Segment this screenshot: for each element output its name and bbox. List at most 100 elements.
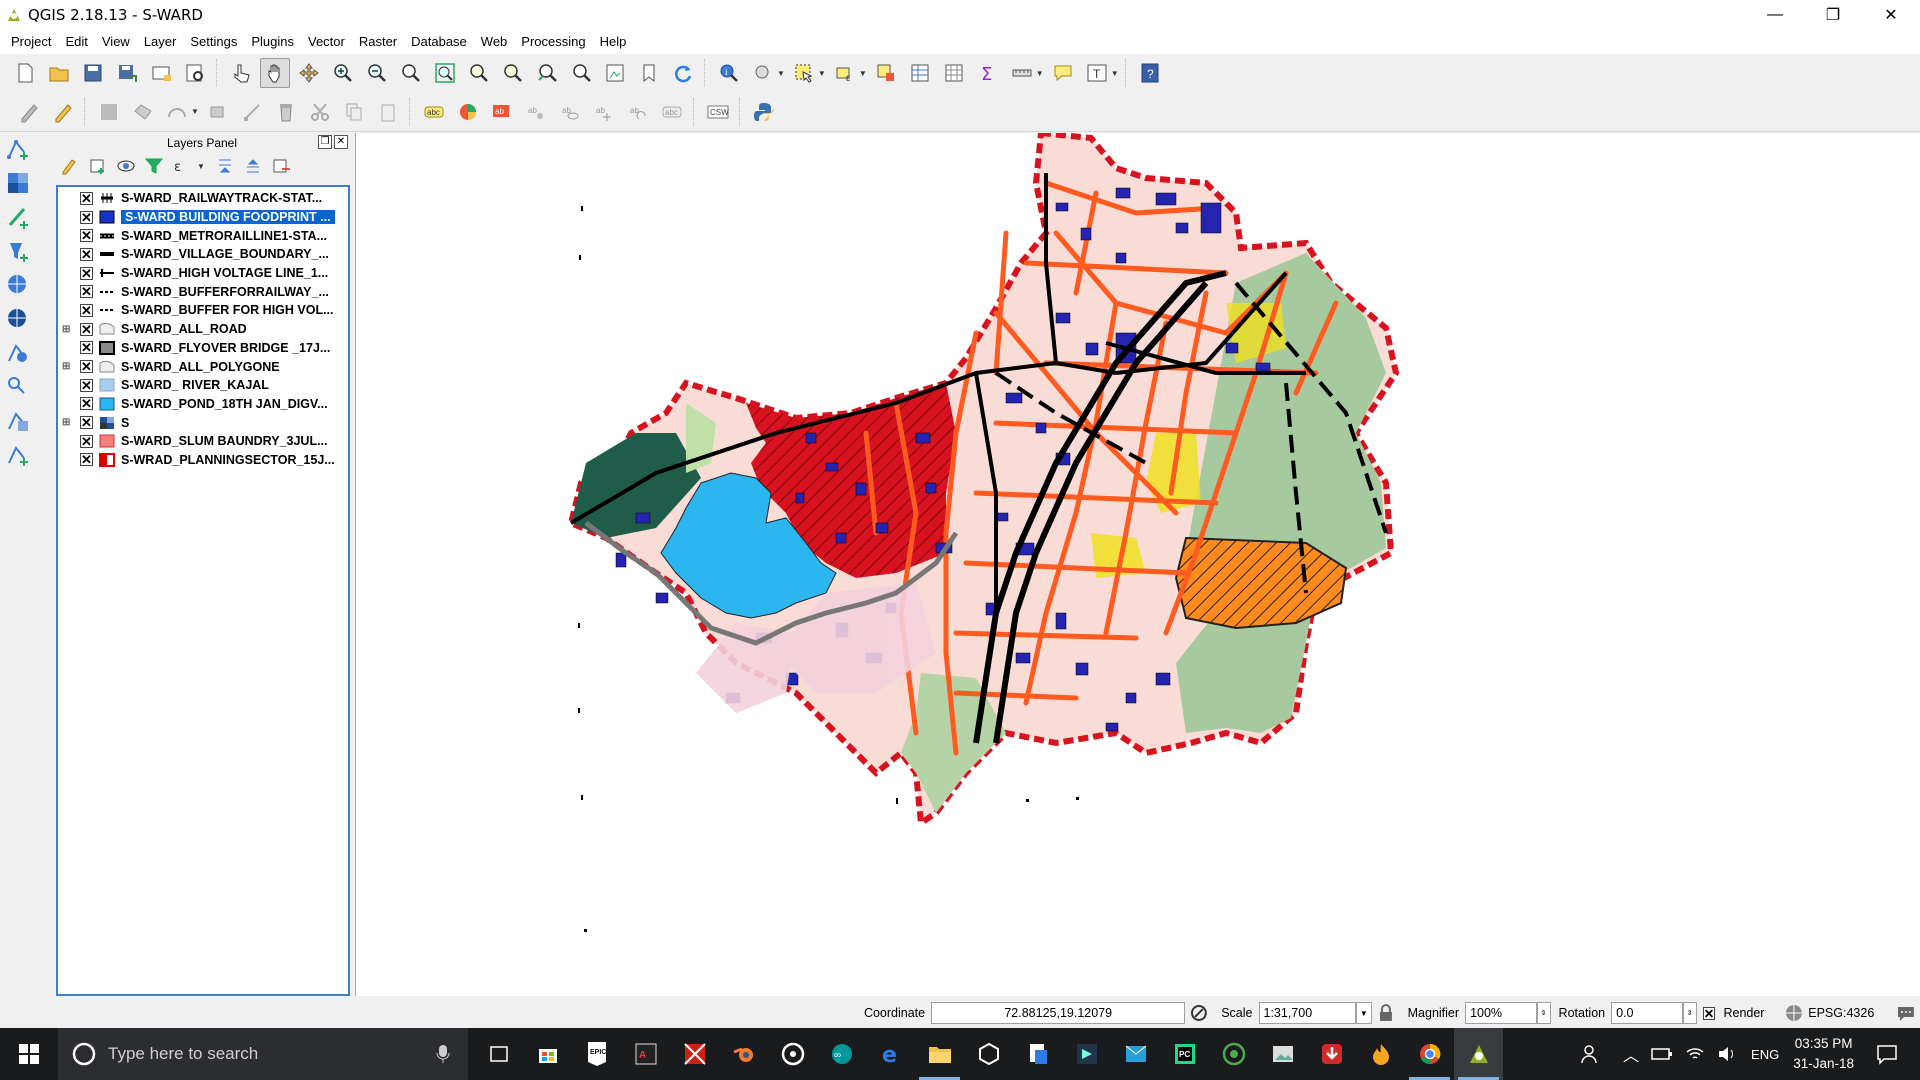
- layer-visibility-checkbox[interactable]: ✕: [80, 397, 93, 411]
- new-map-view-icon[interactable]: [600, 58, 630, 88]
- magnifier-stepper[interactable]: ⇕: [1536, 1002, 1551, 1024]
- menu-view[interactable]: View: [95, 30, 137, 54]
- pycharm-icon[interactable]: PC: [1160, 1028, 1209, 1080]
- collapse-all-icon[interactable]: [243, 156, 263, 176]
- media-player-icon[interactable]: [768, 1028, 817, 1080]
- add-wcs-layer-icon[interactable]: [0, 302, 40, 336]
- add-vector-layer-icon[interactable]: [0, 132, 40, 166]
- statistical-summary-icon[interactable]: Σ: [973, 58, 1003, 88]
- add-group-icon[interactable]: [88, 156, 108, 176]
- zoom-layer-icon[interactable]: [498, 58, 528, 88]
- pin-labels-icon[interactable]: ab: [521, 97, 551, 127]
- epic-games-icon[interactable]: EPIC: [572, 1028, 621, 1080]
- menu-plugins[interactable]: Plugins: [244, 30, 301, 54]
- add-virtual-layer-2-icon[interactable]: [0, 404, 40, 438]
- current-edits-icon[interactable]: [14, 97, 44, 127]
- layer-row[interactable]: ⊞ ✕ S-WARD_ALL_ROAD: [58, 320, 348, 339]
- toggle-editing-icon[interactable]: [48, 97, 78, 127]
- add-virtual-layer-icon[interactable]: [0, 370, 40, 404]
- menu-vector[interactable]: Vector: [301, 30, 352, 54]
- close-button[interactable]: ✕: [1862, 0, 1920, 30]
- layer-row[interactable]: ✕ S-WARD_POND_18TH JAN_DIGV...: [58, 395, 348, 414]
- measure-line-icon[interactable]: [1007, 58, 1037, 88]
- layer-row[interactable]: ✕ S-WARD_BUFFER FOR HIGH VOL...: [58, 301, 348, 320]
- layer-row[interactable]: ⊞ ✕ S: [58, 413, 348, 432]
- layer-visibility-checkbox[interactable]: ✕: [80, 303, 93, 317]
- layer-visibility-checkbox[interactable]: ✕: [80, 322, 93, 336]
- layer-row[interactable]: ⊞ ✕ S-WARD_ALL_POLYGONE: [58, 357, 348, 376]
- add-spatialite-icon[interactable]: [0, 234, 40, 268]
- text-annotation-icon[interactable]: T: [1082, 58, 1112, 88]
- scale-combobox[interactable]: 1:31,700: [1258, 1002, 1356, 1024]
- crs-label[interactable]: EPSG:4326: [1808, 1006, 1874, 1020]
- volume-icon[interactable]: [1717, 1046, 1737, 1062]
- layer-row[interactable]: ✕ S-WARD_SLUM BAUNDRY_3JUL...: [58, 432, 348, 451]
- layer-visibility-checkbox[interactable]: ✕: [80, 378, 93, 392]
- racing-game-icon[interactable]: [670, 1028, 719, 1080]
- field-calculator-icon[interactable]: [939, 58, 969, 88]
- cut-features-icon[interactable]: [305, 97, 335, 127]
- qgis-taskbar-icon[interactable]: [1454, 1028, 1503, 1080]
- layer-visibility-checkbox[interactable]: ✕: [80, 191, 93, 205]
- documents-icon[interactable]: [1013, 1028, 1062, 1080]
- remove-layer-icon[interactable]: [271, 156, 291, 176]
- layer-visibility-checkbox[interactable]: ✕: [80, 266, 93, 280]
- add-circular-string-icon[interactable]: [162, 97, 192, 127]
- map-tips-icon[interactable]: [1048, 58, 1078, 88]
- rotation-spinbox[interactable]: 0.0: [1611, 1002, 1683, 1024]
- touch-zoom-icon[interactable]: [226, 58, 256, 88]
- show-hide-labels-icon[interactable]: ab: [555, 97, 585, 127]
- menu-settings[interactable]: Settings: [183, 30, 244, 54]
- map-canvas[interactable]: [355, 133, 1920, 996]
- people-icon[interactable]: [1581, 1043, 1603, 1065]
- float-panel-button[interactable]: ❐: [318, 135, 332, 149]
- new-shapefile-icon[interactable]: [0, 438, 40, 472]
- layer-row[interactable]: ✕ S-WARD_RAILWAYTRACK-STAT...: [58, 189, 348, 208]
- image-viewer-icon[interactable]: [1258, 1028, 1307, 1080]
- layer-visibility-checkbox[interactable]: ✕: [80, 247, 93, 261]
- zoom-out-icon[interactable]: [362, 58, 392, 88]
- menu-project[interactable]: Project: [4, 30, 58, 54]
- help-icon[interactable]: ?: [1135, 58, 1165, 88]
- delete-selected-icon[interactable]: [271, 97, 301, 127]
- new-bookmark-icon[interactable]: [634, 58, 664, 88]
- crs-globe-icon[interactable]: [1784, 1003, 1804, 1023]
- select-by-expression-icon[interactable]: ε: [830, 58, 860, 88]
- menu-database[interactable]: Database: [404, 30, 474, 54]
- coordinate-field[interactable]: 72.88125,19.12079: [931, 1002, 1186, 1024]
- zoom-last-icon[interactable]: [532, 58, 562, 88]
- dark-app-icon[interactable]: [1062, 1028, 1111, 1080]
- file-explorer-icon[interactable]: [915, 1028, 964, 1080]
- add-feature-icon[interactable]: [128, 97, 158, 127]
- diagram-tool-icon[interactable]: [453, 97, 483, 127]
- menu-layer[interactable]: Layer: [137, 30, 184, 54]
- manage-map-themes-icon[interactable]: [116, 156, 136, 176]
- save-project-icon[interactable]: [78, 58, 108, 88]
- scale-dropdown-arrow[interactable]: ▼: [1355, 1002, 1372, 1024]
- attribute-table-icon[interactable]: [905, 58, 935, 88]
- action-center-icon[interactable]: [1876, 1043, 1898, 1065]
- expand-toggle[interactable]: ⊞: [62, 417, 74, 428]
- pan-to-selection-icon[interactable]: [294, 58, 324, 88]
- add-raster-layer-icon[interactable]: [0, 166, 40, 200]
- layer-row[interactable]: ✕ S-WRAD_PLANNINGSECTOR_15J...: [58, 451, 348, 470]
- rotate-label-icon[interactable]: ab: [623, 97, 653, 127]
- expand-toggle[interactable]: ⊞: [62, 361, 74, 372]
- new-project-icon[interactable]: [10, 58, 40, 88]
- open-project-icon[interactable]: [44, 58, 74, 88]
- layer-visibility-checkbox[interactable]: ✕: [80, 360, 93, 374]
- battery-icon[interactable]: [1651, 1047, 1673, 1061]
- move-label-icon[interactable]: ab: [589, 97, 619, 127]
- layer-visibility-checkbox[interactable]: ✕: [80, 341, 93, 355]
- open-layer-styling-icon[interactable]: [60, 156, 80, 176]
- toggle-extents-icon[interactable]: [1189, 1003, 1209, 1023]
- close-panel-button[interactable]: ✕: [334, 135, 348, 149]
- add-wfs-layer-icon[interactable]: [0, 336, 40, 370]
- rotation-stepper[interactable]: ⇕: [1682, 1002, 1697, 1024]
- save-as-icon[interactable]: [112, 58, 142, 88]
- flame-app-icon[interactable]: [1356, 1028, 1405, 1080]
- csw-icon[interactable]: CSW: [703, 97, 733, 127]
- messages-icon[interactable]: [1896, 1003, 1916, 1023]
- clock[interactable]: 03:35 PM 31-Jan-18: [1793, 1034, 1854, 1074]
- change-label-icon[interactable]: abc: [657, 97, 687, 127]
